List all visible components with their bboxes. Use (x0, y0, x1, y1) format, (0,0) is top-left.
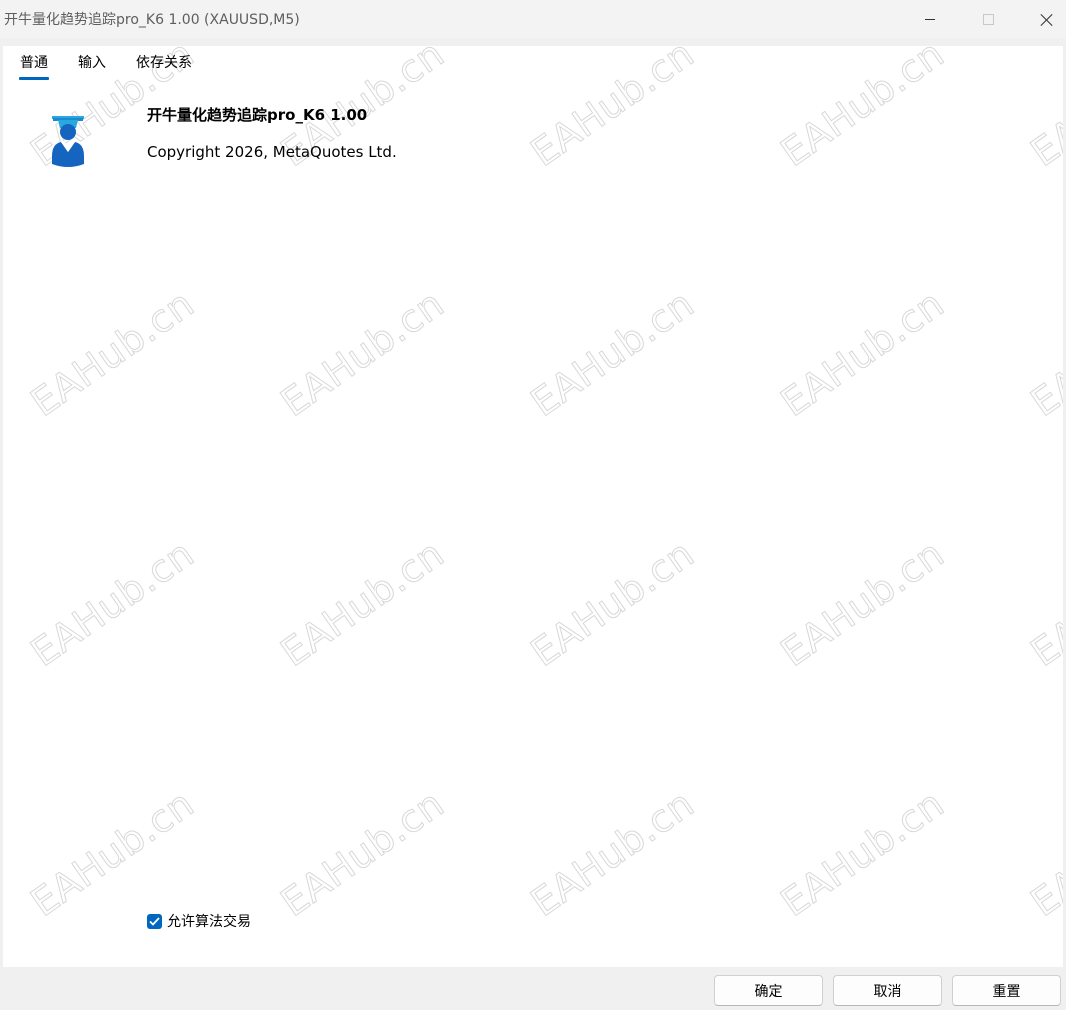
watermark-text: EAHub.cn (772, 781, 952, 926)
watermark-text: EAHub.cn (522, 46, 702, 175)
close-button[interactable] (1017, 0, 1066, 38)
tab-content-panel: EAHub.cn EAHub.cn EAHub.cn EAHub.cn EAHub.cn… (3, 46, 1063, 967)
cancel-button[interactable]: 取消 (833, 975, 942, 1006)
watermark-text: EAHub.cn (272, 781, 452, 926)
allow-algo-trading-label: 允许算法交易 (167, 914, 251, 930)
watermark-text: EAHub.cn (522, 281, 702, 426)
checkbox-checked-icon[interactable] (147, 913, 162, 929)
watermark-text: EAHub.cn (1022, 531, 1063, 676)
ea-name: 开牛量化趋势追踪pro_K6 1.00 (147, 106, 368, 124)
tab-inputs[interactable]: 输入 (77, 52, 107, 78)
watermark-text: EAHub.cn (772, 46, 952, 175)
watermark-text: EAHub.cn (22, 281, 202, 426)
close-icon (1040, 13, 1053, 26)
watermark-text: EAHub.cn (772, 531, 952, 676)
watermark-text: EAHub.cn (272, 281, 452, 426)
maximize-button[interactable] (959, 0, 1017, 38)
watermark-text: EAHub.cn (522, 781, 702, 926)
ok-button[interactable]: 确定 (714, 975, 823, 1006)
watermark-text: EAHub.cn (522, 531, 702, 676)
maximize-icon (982, 13, 994, 25)
window-title: 开牛量化趋势追踪pro_K6 1.00 (XAUUSD,M5) (4, 12, 300, 28)
tab-dependencies[interactable]: 依存关系 (135, 52, 193, 78)
properties-dialog: 开牛量化趋势追踪pro_K6 1.00 (XAUUSD,M5) EAHub.cn… (0, 0, 1066, 1010)
watermark-text: EAHub.cn (272, 531, 452, 676)
ea-copyright: Copyright 2026, MetaQuotes Ltd. (147, 143, 397, 161)
tab-bar: 普通 输入 依存关系 (19, 52, 221, 80)
reset-button[interactable]: 重置 (952, 975, 1061, 1006)
watermark-text: EAHub.cn (1022, 781, 1063, 926)
title-bar[interactable]: 开牛量化趋势追踪pro_K6 1.00 (XAUUSD,M5) (0, 0, 1066, 38)
watermark-text: EAHub.cn (1022, 46, 1063, 175)
watermark-text: EAHub.cn (22, 531, 202, 676)
minimize-button[interactable] (901, 0, 959, 38)
expert-advisor-icon (52, 116, 84, 167)
allow-algo-trading-checkbox[interactable]: 允许算法交易 (147, 911, 251, 931)
watermark-text: EAHub.cn (22, 781, 202, 926)
watermark-text: EAHub.cn (1022, 281, 1063, 426)
watermark-text: EAHub.cn (772, 281, 952, 426)
tab-general[interactable]: 普通 (19, 52, 49, 80)
minimize-icon (925, 18, 935, 20)
